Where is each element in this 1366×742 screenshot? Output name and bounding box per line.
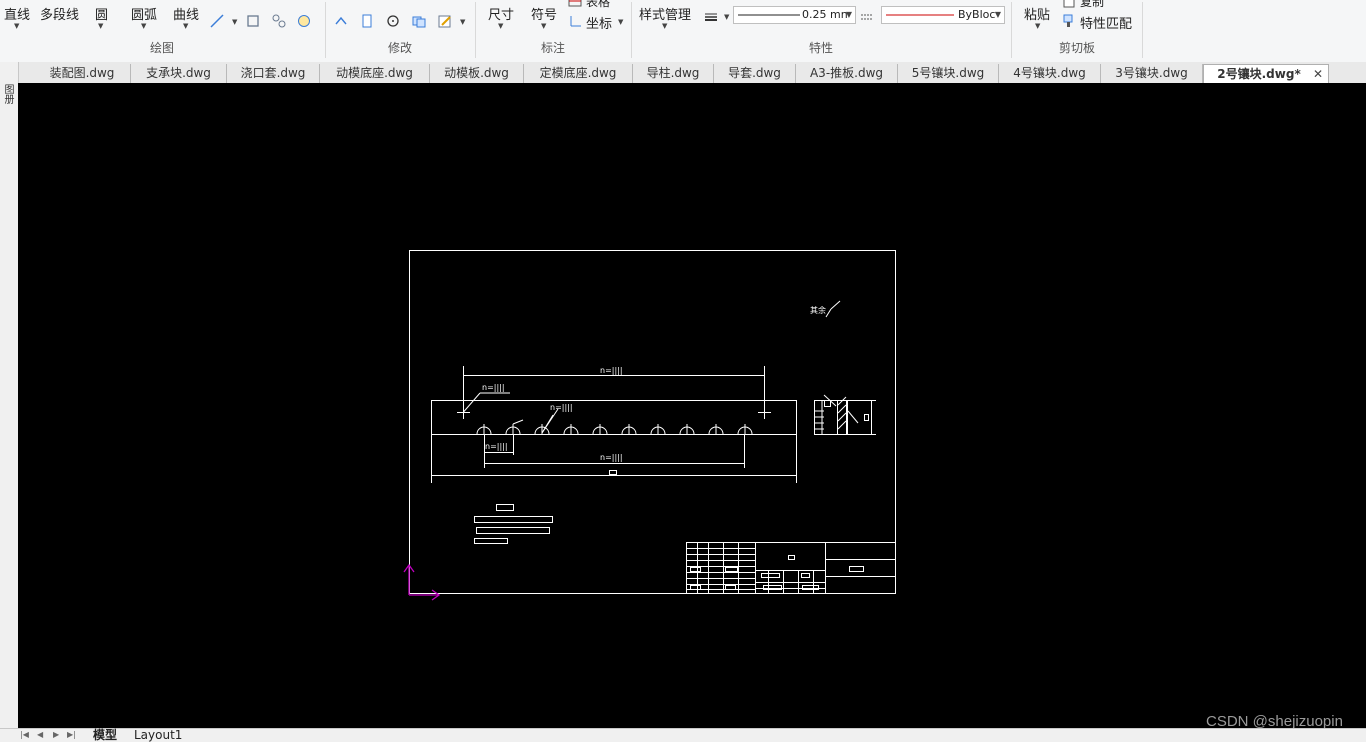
- tab-label: A3-推板.dwg: [809, 66, 884, 80]
- tab-label: 浇口套.dwg: [240, 66, 306, 80]
- tab-label: 定模底座.dwg: [539, 66, 617, 80]
- array-icon[interactable]: [412, 14, 426, 28]
- curve-button[interactable]: 曲线: [173, 4, 199, 23]
- prev-layout-icon[interactable]: ◀: [37, 730, 43, 739]
- clipboard-group-label: 剪切板: [1058, 41, 1095, 55]
- copy-icon[interactable]: [1062, 0, 1076, 8]
- table-button[interactable]: 表格: [586, 0, 610, 10]
- tab-label: 5号镶块.dwg: [911, 66, 985, 80]
- dimension-button[interactable]: 尺寸: [488, 4, 514, 23]
- tab-label: 支承块.dwg: [146, 66, 211, 80]
- tab-file[interactable]: 定模底座.dwg: [524, 64, 633, 83]
- dim-label-pitch: n=||||: [485, 442, 508, 451]
- next-layout-icon[interactable]: ▶: [53, 730, 59, 739]
- match-properties-icon[interactable]: [1062, 14, 1076, 28]
- draw-group: 直线 ▼ 多段线 圆 ▼ 圆弧 ▼ 曲线 ▼ ▼ 绘图: [0, 0, 324, 62]
- symbol-button[interactable]: 符号: [531, 4, 557, 23]
- tab-layout1[interactable]: Layout1: [134, 728, 182, 742]
- tab-file[interactable]: 导套.dwg: [714, 64, 796, 83]
- drawing-view: 其余 n=|||| n=|||| n=|||| n=|||| n=||||: [403, 250, 896, 601]
- properties-group: 样式管理 ▼ ▼ 0.25 mn ▼ ByBloc ▼ 特性: [632, 0, 1010, 62]
- match-properties-button[interactable]: 特性匹配: [1080, 13, 1132, 32]
- drawing-sheet: [409, 250, 896, 594]
- tab-label: 装配图.dwg: [49, 66, 115, 80]
- dim-label-bottom: n=||||: [600, 453, 623, 462]
- polygon-icon[interactable]: [272, 14, 286, 28]
- file-tab-bar: 装配图.dwg 支承块.dwg 浇口套.dwg 动模底座.dwg 动模板.dwg…: [0, 62, 1366, 84]
- copy-object-icon[interactable]: [360, 14, 374, 28]
- ucs-axis-icon: [403, 563, 441, 601]
- coordinate-button[interactable]: 坐标: [586, 13, 612, 32]
- line-button[interactable]: 直线: [4, 4, 30, 23]
- roughness-mark-label: 其余: [810, 305, 826, 315]
- part-body: [431, 400, 797, 435]
- paste-button[interactable]: 粘贴: [1024, 4, 1050, 23]
- lineweight-select[interactable]: 0.25 mn ▼: [733, 6, 856, 24]
- tab-file[interactable]: 动模板.dwg: [430, 64, 524, 83]
- tab-file-active[interactable]: 2号镶块.dwg* ✕: [1203, 64, 1329, 83]
- modify-group-label: 修改: [387, 41, 412, 55]
- tab-label: 导柱.dwg: [646, 66, 700, 80]
- close-icon[interactable]: ✕: [1313, 65, 1323, 83]
- tab-label: 3号镶块.dwg: [1115, 66, 1188, 80]
- hatch-icon[interactable]: [297, 14, 311, 28]
- linetype-value: ByBloc: [958, 8, 996, 21]
- copy-button[interactable]: 复制: [1080, 0, 1104, 10]
- tab-file[interactable]: A3-推板.dwg: [796, 64, 898, 83]
- tab-file[interactable]: 动模底座.dwg: [320, 64, 430, 83]
- tab-label: 动模底座.dwg: [336, 66, 413, 80]
- dim-label-leader: n=||||: [482, 383, 505, 392]
- first-layout-icon[interactable]: |◀: [20, 730, 29, 739]
- style-manager-button[interactable]: 样式管理: [639, 4, 691, 23]
- title-block: [686, 542, 896, 594]
- rotate-icon[interactable]: [386, 14, 400, 28]
- tab-label: 动模板.dwg: [444, 66, 509, 80]
- layout-tab-bar: |◀ ◀ ▶ ▶| 模型 Layout1: [0, 728, 1366, 742]
- tab-file[interactable]: 3号镶块.dwg: [1101, 64, 1203, 83]
- draw-group-label: 绘图: [149, 41, 174, 55]
- tab-label: 2号镶块.dwg*: [1217, 67, 1301, 81]
- linetype-icon[interactable]: [860, 10, 874, 24]
- tab-file[interactable]: 装配图.dwg: [34, 64, 131, 83]
- last-layout-icon[interactable]: ▶|: [67, 730, 76, 739]
- dim-label-hole: n=||||: [550, 403, 573, 412]
- xline-icon[interactable]: [210, 14, 224, 28]
- annotate-group: 尺寸 ▼ 符号 ▼ 表格 坐标 ▼ 标注: [476, 0, 630, 62]
- clipboard-group: 粘贴 ▼ 复制 特性匹配 剪切板: [1012, 0, 1142, 62]
- side-view: [814, 394, 876, 435]
- hole-row: [476, 424, 753, 435]
- tab-file[interactable]: 4号镶块.dwg: [999, 64, 1101, 83]
- drawing-canvas[interactable]: 其余 n=|||| n=|||| n=|||| n=|||| n=||||: [18, 83, 1366, 728]
- annotate-group-label: 标注: [540, 41, 565, 55]
- polyline-button[interactable]: 多段线: [40, 4, 79, 23]
- linetype-select[interactable]: ByBloc ▼: [881, 6, 1005, 24]
- move-icon[interactable]: [334, 14, 348, 28]
- tab-file[interactable]: 支承块.dwg: [131, 64, 227, 83]
- notes-title: [496, 504, 514, 511]
- left-side-panel[interactable]: 图册: [0, 62, 19, 741]
- table-icon[interactable]: [568, 0, 582, 8]
- tab-model[interactable]: 模型: [93, 728, 117, 742]
- ribbon: 直线 ▼ 多段线 圆 ▼ 圆弧 ▼ 曲线 ▼ ▼ 绘图 ▼ 修改 尺寸 ▼ 符号…: [0, 0, 1366, 63]
- rectangle-icon[interactable]: [246, 14, 260, 28]
- arc-button[interactable]: 圆弧: [131, 4, 157, 23]
- lineweight-value: 0.25 mn: [802, 8, 848, 21]
- tab-file[interactable]: 5号镶块.dwg: [898, 64, 999, 83]
- dim-label-top: n=||||: [600, 366, 623, 375]
- properties-group-label: 特性: [808, 41, 833, 55]
- circle-button[interactable]: 圆: [95, 4, 108, 23]
- tab-label: 导套.dwg: [728, 66, 781, 80]
- lineweight-icon[interactable]: [704, 10, 718, 24]
- tab-file[interactable]: 导柱.dwg: [633, 64, 714, 83]
- tab-file[interactable]: 浇口套.dwg: [227, 64, 320, 83]
- tab-label: 4号镶块.dwg: [1013, 66, 1086, 80]
- side-panel-label: 图册: [2, 84, 13, 104]
- coordinate-icon[interactable]: [568, 14, 582, 28]
- modify-group: ▼ 修改: [326, 0, 474, 62]
- edit-icon[interactable]: [438, 14, 452, 28]
